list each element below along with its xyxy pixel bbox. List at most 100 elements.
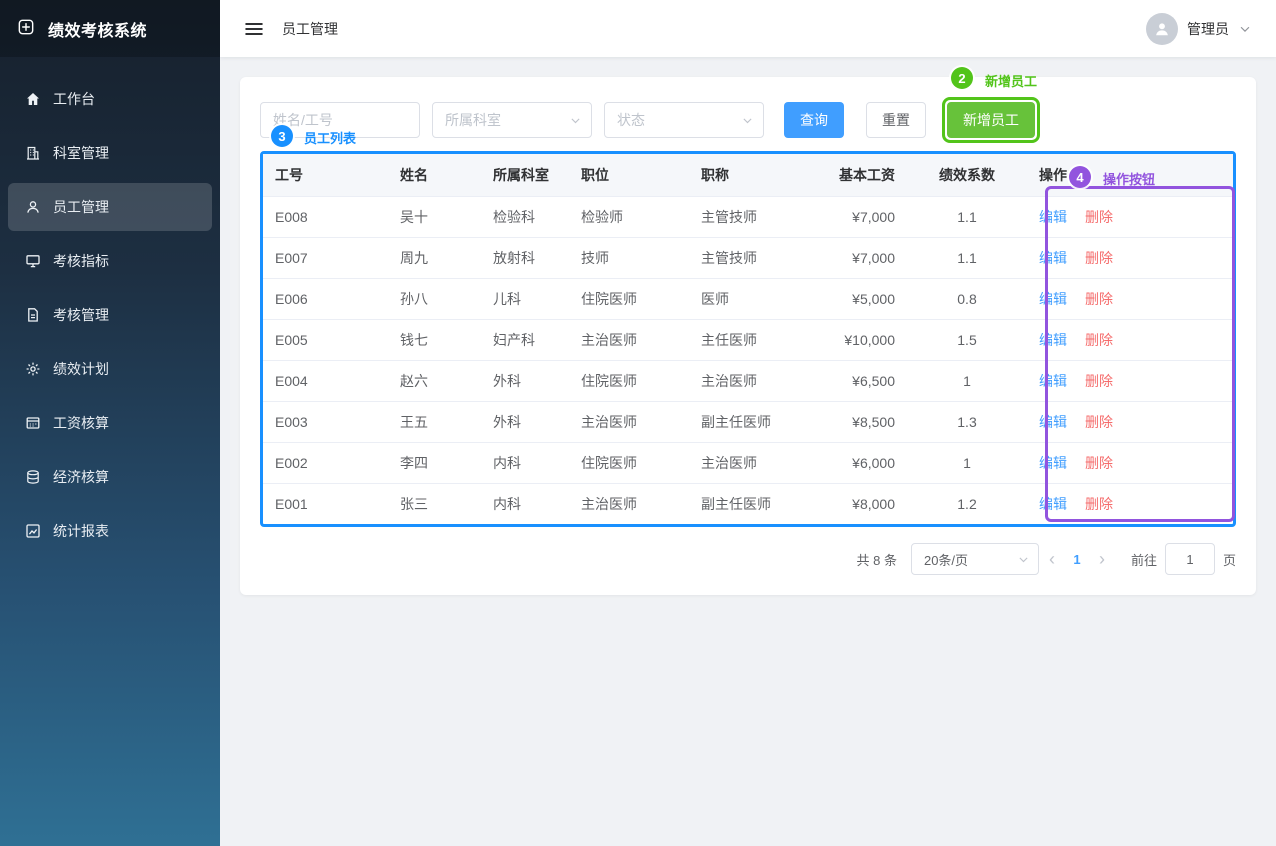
employee-table: 工号姓名所属科室职位职称基本工资绩效系数操作 E008吴十检验科检验师主管技师¥… bbox=[263, 154, 1233, 524]
user-menu[interactable]: 管理员 bbox=[1146, 13, 1252, 45]
search-button[interactable]: 查询 bbox=[784, 102, 844, 138]
department-select[interactable]: 所属科室 bbox=[432, 102, 592, 138]
table-row: E001张三内科主治医师副主任医师¥8,0001.2编辑删除 bbox=[263, 483, 1233, 524]
sidebar-item-label: 经济核算 bbox=[53, 467, 109, 487]
cell-id: E005 bbox=[263, 319, 388, 360]
breadcrumb: 员工管理 bbox=[282, 19, 338, 39]
logo-icon bbox=[18, 19, 38, 39]
sidebar-menu: 工作台科室管理员工管理考核指标考核管理绩效计划工资核算经济核算统计报表 bbox=[0, 57, 220, 555]
delete-link[interactable]: 删除 bbox=[1085, 414, 1113, 430]
cell-id: E001 bbox=[263, 483, 388, 524]
sidebar-item-assessment[interactable]: 考核管理 bbox=[8, 291, 212, 339]
sidebar-item-departments[interactable]: 科室管理 bbox=[8, 129, 212, 177]
column-header: 所属科室 bbox=[481, 154, 569, 196]
department-select-placeholder: 所属科室 bbox=[445, 110, 501, 130]
cell-actions: 编辑 删除 bbox=[1027, 442, 1233, 483]
column-header: 职位 bbox=[569, 154, 689, 196]
cell-position: 技师 bbox=[569, 237, 689, 278]
home-icon bbox=[25, 91, 41, 107]
hamburger-menu-icon[interactable] bbox=[244, 19, 264, 39]
next-page-button[interactable]: › bbox=[1089, 549, 1115, 570]
cell-title: 副主任医师 bbox=[689, 401, 812, 442]
edit-link[interactable]: 编辑 bbox=[1039, 455, 1067, 471]
page-1-button[interactable]: 1 bbox=[1065, 552, 1089, 567]
cell-dept: 内科 bbox=[481, 483, 569, 524]
table-row: E008吴十检验科检验师主管技师¥7,0001.1编辑删除 bbox=[263, 196, 1233, 237]
cell-actions: 编辑 删除 bbox=[1027, 401, 1233, 442]
edit-link[interactable]: 编辑 bbox=[1039, 414, 1067, 430]
cell-id: E006 bbox=[263, 278, 388, 319]
goto-page-input[interactable] bbox=[1165, 543, 1215, 575]
cell-salary: ¥10,000 bbox=[812, 319, 907, 360]
cell-title: 主治医师 bbox=[689, 442, 812, 483]
annotation-box-employee-table: 工号姓名所属科室职位职称基本工资绩效系数操作 E008吴十检验科检验师主管技师¥… bbox=[260, 151, 1236, 527]
cell-dept: 外科 bbox=[481, 360, 569, 401]
sidebar: 绩效考核系统 工作台科室管理员工管理考核指标考核管理绩效计划工资核算经济核算统计… bbox=[0, 0, 220, 846]
cell-coef: 1 bbox=[907, 442, 1027, 483]
cell-dept: 儿科 bbox=[481, 278, 569, 319]
sidebar-item-plan[interactable]: 绩效计划 bbox=[8, 345, 212, 393]
chart-icon bbox=[25, 523, 41, 539]
goto-label: 前往 bbox=[1131, 550, 1157, 569]
pagination: 共 8 条 20条/页 ‹ 1 › 前往 页 bbox=[260, 543, 1236, 575]
edit-link[interactable]: 编辑 bbox=[1039, 373, 1067, 389]
sidebar-item-salary[interactable]: 工资核算 bbox=[8, 399, 212, 447]
cell-name: 李四 bbox=[388, 442, 481, 483]
delete-link[interactable]: 删除 bbox=[1085, 291, 1113, 307]
edit-link[interactable]: 编辑 bbox=[1039, 291, 1067, 307]
cell-coef: 1 bbox=[907, 360, 1027, 401]
delete-link[interactable]: 删除 bbox=[1085, 455, 1113, 471]
cell-id: E002 bbox=[263, 442, 388, 483]
cell-name: 周九 bbox=[388, 237, 481, 278]
delete-link[interactable]: 删除 bbox=[1085, 373, 1113, 389]
delete-link[interactable]: 删除 bbox=[1085, 496, 1113, 512]
cell-dept: 内科 bbox=[481, 442, 569, 483]
cell-position: 住院医师 bbox=[569, 360, 689, 401]
table-row: E004赵六外科住院医师主治医师¥6,5001编辑删除 bbox=[263, 360, 1233, 401]
cell-actions: 编辑 删除 bbox=[1027, 278, 1233, 319]
sidebar-item-label: 工作台 bbox=[53, 89, 95, 109]
sidebar-item-workbench[interactable]: 工作台 bbox=[8, 75, 212, 123]
column-header: 操作 bbox=[1027, 154, 1233, 196]
cell-title: 医师 bbox=[689, 278, 812, 319]
sidebar-item-reports[interactable]: 统计报表 bbox=[8, 507, 212, 555]
username: 管理员 bbox=[1187, 19, 1229, 39]
edit-link[interactable]: 编辑 bbox=[1039, 332, 1067, 348]
delete-link[interactable]: 删除 bbox=[1085, 209, 1113, 225]
cell-position: 主治医师 bbox=[569, 319, 689, 360]
sidebar-item-label: 考核指标 bbox=[53, 251, 109, 271]
edit-link[interactable]: 编辑 bbox=[1039, 496, 1067, 512]
add-employee-button[interactable]: 新增员工 bbox=[947, 102, 1035, 138]
user-icon bbox=[25, 199, 41, 215]
cell-dept: 外科 bbox=[481, 401, 569, 442]
page-size-select[interactable]: 20条/页 bbox=[911, 543, 1039, 575]
page-size-value: 20条/页 bbox=[924, 550, 968, 569]
cell-actions: 编辑 删除 bbox=[1027, 196, 1233, 237]
sidebar-item-employees[interactable]: 员工管理 bbox=[8, 183, 212, 231]
cell-coef: 0.8 bbox=[907, 278, 1027, 319]
sidebar-item-label: 科室管理 bbox=[53, 143, 109, 163]
employee-table-head-row: 工号姓名所属科室职位职称基本工资绩效系数操作 bbox=[263, 154, 1233, 196]
column-header: 职称 bbox=[689, 154, 812, 196]
cell-salary: ¥8,000 bbox=[812, 483, 907, 524]
status-select[interactable]: 状态 bbox=[604, 102, 764, 138]
cell-id: E003 bbox=[263, 401, 388, 442]
employee-table-body: E008吴十检验科检验师主管技师¥7,0001.1编辑删除E007周九放射科技师… bbox=[263, 196, 1233, 524]
prev-page-button[interactable]: ‹ bbox=[1039, 549, 1065, 570]
sidebar-item-economic[interactable]: 经济核算 bbox=[8, 453, 212, 501]
cell-position: 检验师 bbox=[569, 196, 689, 237]
table-row: E003王五外科主治医师副主任医师¥8,5001.3编辑删除 bbox=[263, 401, 1233, 442]
delete-link[interactable]: 删除 bbox=[1085, 332, 1113, 348]
column-header: 姓名 bbox=[388, 154, 481, 196]
column-header: 基本工资 bbox=[812, 154, 907, 196]
chevron-down-icon bbox=[741, 114, 754, 127]
sidebar-item-indicators[interactable]: 考核指标 bbox=[8, 237, 212, 285]
chevron-down-icon bbox=[1017, 553, 1030, 566]
monitor-icon bbox=[25, 253, 41, 269]
keyword-input[interactable] bbox=[260, 102, 420, 138]
reset-button[interactable]: 重置 bbox=[866, 102, 926, 138]
edit-link[interactable]: 编辑 bbox=[1039, 209, 1067, 225]
edit-link[interactable]: 编辑 bbox=[1039, 250, 1067, 266]
delete-link[interactable]: 删除 bbox=[1085, 250, 1113, 266]
avatar bbox=[1146, 13, 1178, 45]
